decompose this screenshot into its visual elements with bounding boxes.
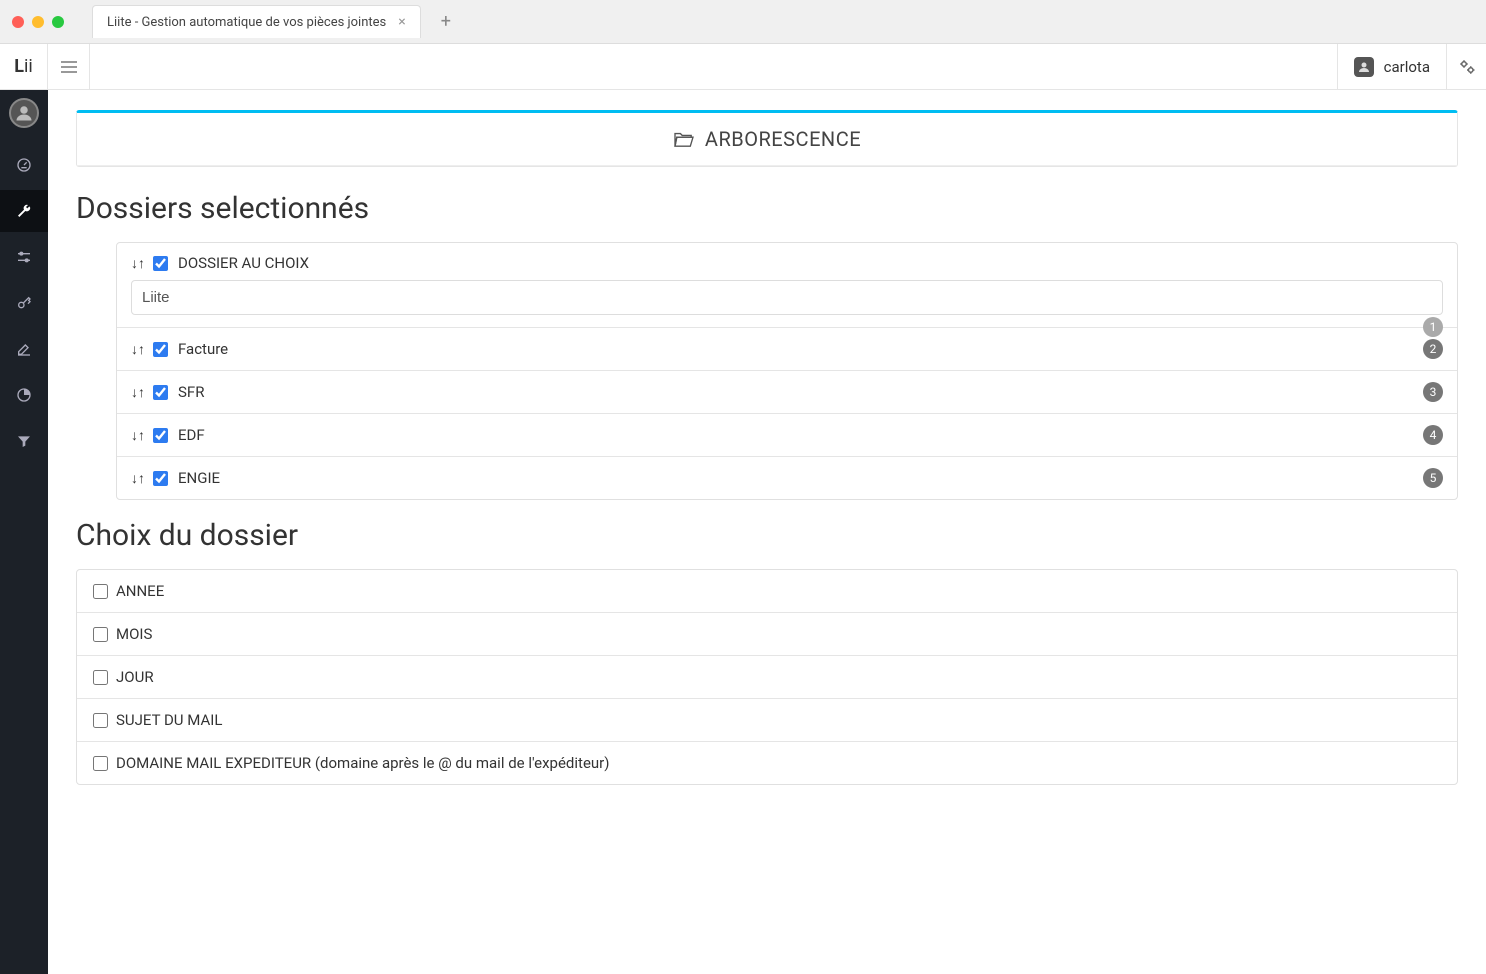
new-tab-button[interactable]: + bbox=[429, 11, 463, 32]
filter-icon bbox=[16, 433, 32, 449]
settings-button[interactable] bbox=[1446, 44, 1486, 89]
choice-label: MOIS bbox=[116, 625, 152, 643]
app-logo[interactable]: Lii bbox=[0, 44, 48, 89]
choice-checkbox[interactable] bbox=[93, 756, 108, 771]
wrench-icon bbox=[16, 203, 32, 219]
order-badge: 3 bbox=[1423, 382, 1443, 402]
user-avatar-icon bbox=[1354, 57, 1374, 77]
sidebar bbox=[0, 90, 48, 974]
main-content: ARBORESCENCE Dossiers selectionnés ↓↑ DO… bbox=[48, 90, 1486, 974]
choice-label: JOUR bbox=[116, 668, 154, 686]
menu-toggle-button[interactable] bbox=[48, 44, 90, 89]
nav-keys[interactable] bbox=[0, 282, 48, 324]
nav-sliders[interactable] bbox=[0, 236, 48, 278]
user-menu[interactable]: carlota bbox=[1337, 44, 1446, 89]
dashboard-icon bbox=[16, 157, 32, 173]
folder-checkbox[interactable] bbox=[153, 471, 168, 486]
choice-checkbox[interactable] bbox=[93, 713, 108, 728]
folder-checkbox[interactable] bbox=[153, 342, 168, 357]
close-window-button[interactable] bbox=[12, 16, 24, 28]
order-badge: 2 bbox=[1423, 339, 1443, 359]
choice-row: ANNEE bbox=[77, 570, 1457, 613]
order-badge: 5 bbox=[1423, 468, 1443, 488]
choice-row: MOIS bbox=[77, 613, 1457, 656]
list-row: ↓↑ ENGIE 5 bbox=[117, 457, 1457, 499]
tab-title: Liite - Gestion automatique de vos pièce… bbox=[107, 15, 386, 30]
folder-label: EDF bbox=[178, 426, 205, 444]
folder-open-icon bbox=[673, 130, 695, 148]
sort-handle-icon[interactable]: ↓↑ bbox=[131, 341, 145, 358]
nav-dashboard[interactable] bbox=[0, 144, 48, 186]
key-icon bbox=[16, 295, 32, 311]
sort-handle-icon[interactable]: ↓↑ bbox=[131, 470, 145, 487]
browser-chrome: Liite - Gestion automatique de vos pièce… bbox=[0, 0, 1486, 44]
folder-checkbox[interactable] bbox=[153, 428, 168, 443]
list-row: ↓↑ Facture 2 bbox=[117, 328, 1457, 371]
sort-handle-icon[interactable]: ↓↑ bbox=[131, 427, 145, 444]
gears-icon bbox=[1458, 58, 1476, 76]
sliders-icon bbox=[16, 249, 32, 265]
window-controls bbox=[12, 16, 64, 28]
choice-title: Choix du dossier bbox=[76, 518, 1458, 553]
sort-handle-icon[interactable]: ↓↑ bbox=[131, 384, 145, 401]
folder-label: DOSSIER AU CHOIX bbox=[178, 254, 309, 272]
nav-settings[interactable] bbox=[0, 190, 48, 232]
hamburger-icon bbox=[61, 61, 77, 73]
edit-icon bbox=[16, 341, 32, 357]
nav-filter[interactable] bbox=[0, 420, 48, 462]
close-tab-icon[interactable]: × bbox=[398, 14, 405, 30]
choice-label: DOMAINE MAIL EXPEDITEUR (domaine après l… bbox=[116, 754, 609, 772]
list-row-custom: ↓↑ DOSSIER AU CHOIX bbox=[117, 243, 1457, 280]
selected-folders-title: Dossiers selectionnés bbox=[76, 191, 1458, 226]
sort-handle-icon[interactable]: ↓↑ bbox=[131, 255, 145, 272]
maximize-window-button[interactable] bbox=[52, 16, 64, 28]
browser-tab[interactable]: Liite - Gestion automatique de vos pièce… bbox=[92, 5, 421, 38]
choice-checkbox[interactable] bbox=[93, 584, 108, 599]
choice-row: SUJET DU MAIL bbox=[77, 699, 1457, 742]
folder-choice-list: ANNEE MOIS JOUR SUJET DU MAIL DOMAINE MA… bbox=[76, 569, 1458, 785]
username-label: carlota bbox=[1384, 58, 1430, 76]
folder-label: ENGIE bbox=[178, 469, 220, 487]
custom-folder-input-row: 1 bbox=[117, 280, 1457, 328]
folder-label: SFR bbox=[178, 383, 204, 401]
panel-title: ARBORESCENCE bbox=[705, 127, 861, 151]
nav-edit[interactable] bbox=[0, 328, 48, 370]
custom-folder-input[interactable] bbox=[131, 280, 1443, 315]
sidebar-avatar[interactable] bbox=[9, 98, 39, 128]
pie-chart-icon bbox=[16, 387, 32, 403]
choice-label: ANNEE bbox=[116, 582, 164, 600]
folder-checkbox[interactable] bbox=[153, 385, 168, 400]
list-row: ↓↑ EDF 4 bbox=[117, 414, 1457, 457]
topbar: Lii carlota bbox=[0, 44, 1486, 90]
nav-chart[interactable] bbox=[0, 374, 48, 416]
arborescence-panel: ARBORESCENCE bbox=[76, 110, 1458, 167]
choice-checkbox[interactable] bbox=[93, 670, 108, 685]
list-row: ↓↑ SFR 3 bbox=[117, 371, 1457, 414]
choice-row: JOUR bbox=[77, 656, 1457, 699]
minimize-window-button[interactable] bbox=[32, 16, 44, 28]
panel-header: ARBORESCENCE bbox=[77, 113, 1457, 166]
selected-folders-list: ↓↑ DOSSIER AU CHOIX 1 ↓↑ Facture 2 ↓↑ SF… bbox=[116, 242, 1458, 500]
choice-row: DOMAINE MAIL EXPEDITEUR (domaine après l… bbox=[77, 742, 1457, 784]
folder-label: Facture bbox=[178, 340, 228, 358]
order-badge: 4 bbox=[1423, 425, 1443, 445]
choice-label: SUJET DU MAIL bbox=[116, 711, 222, 729]
choice-checkbox[interactable] bbox=[93, 627, 108, 642]
folder-checkbox[interactable] bbox=[153, 256, 168, 271]
